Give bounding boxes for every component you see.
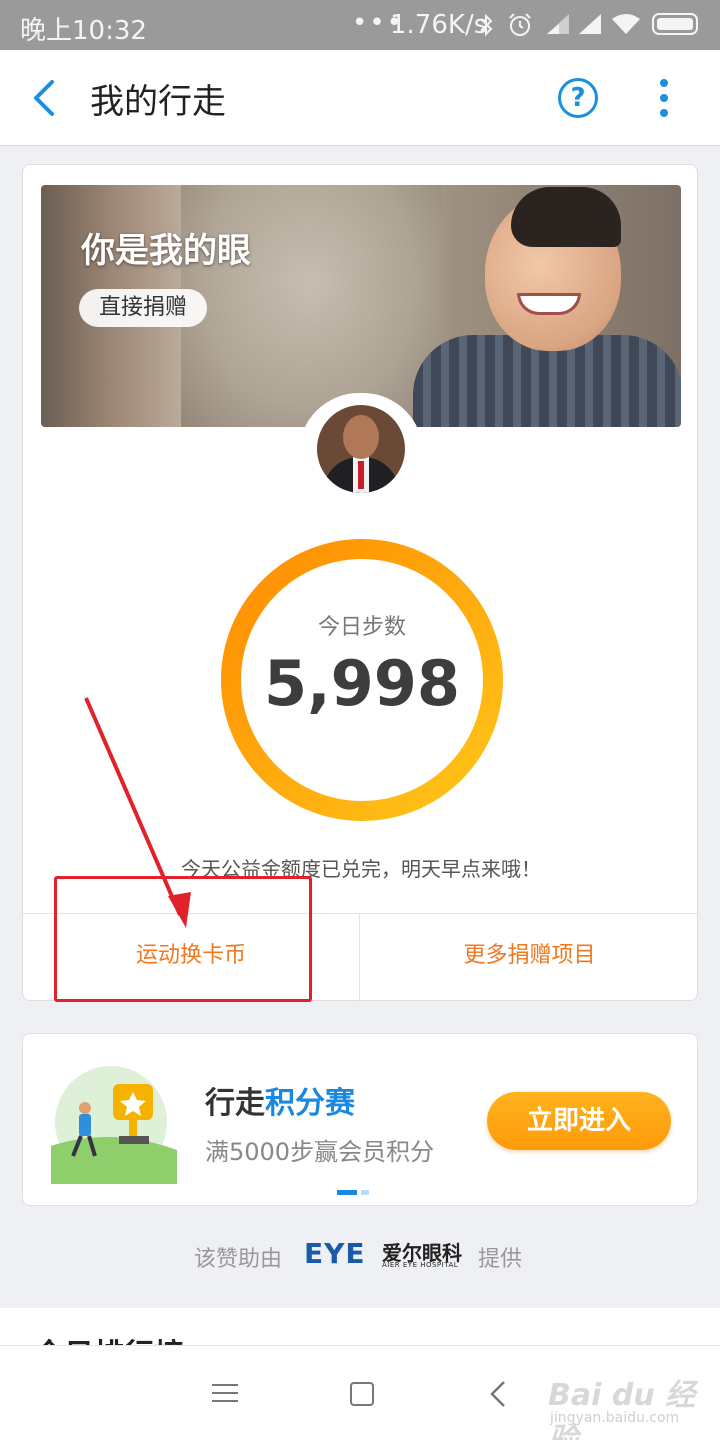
steps-label: 今日步数 [317,615,406,640]
signal-icon [547,14,569,34]
nav-bar: 我的行走 ? [0,50,720,146]
join-now-button[interactable]: 立即进入 [487,1092,671,1150]
banner-boy-hair [511,187,621,247]
promo-banner[interactable]: 行走积分赛 满5000步赢会员积分 立即进入 [22,1033,698,1206]
more-donations-button[interactable]: 更多捐赠项目 [359,914,699,1002]
donate-button[interactable]: 直接捐赠 [79,289,208,327]
charity-banner[interactable]: 你是我的眼 直接捐赠 [41,185,681,427]
back-arrow-icon[interactable] [26,78,62,118]
home-icon[interactable] [350,1382,374,1406]
watermark-brand: Bai du 经验 [548,1378,696,1440]
sponsor-line: 该赞助由 EYE 爱尔眼科 AIER EYE HOSPITAL 提供 [0,1237,720,1273]
system-nav-bar: Bai du 经验 jingyan.baidu.com [0,1345,720,1440]
bluetooth-icon [480,13,493,37]
sponsor-prefix: 该赞助由 [194,1247,283,1272]
promo-title-prefix: 行走 [205,1086,265,1121]
page-title: 我的行走 [90,82,226,122]
promo-subtitle: 满5000步赢会员积分 [205,1138,435,1166]
ranking-section: 今日排行榜 [0,1308,720,1373]
help-icon[interactable]: ? [558,78,598,118]
signal-icon [579,14,601,34]
wifi-icon [612,14,640,34]
promo-title-highlight: 积分赛 [265,1086,355,1121]
trophy-illustration-icon [51,1066,177,1184]
status-time: 晚上10:32 [20,16,147,46]
steps-count: 5,998 [263,647,461,720]
watermark-url: jingyan.baidu.com [550,1410,680,1426]
menu-icon[interactable] [212,1384,238,1404]
sponsor-suffix: 提供 [478,1247,523,1272]
sponsor-logo-english: AIER EYE HOSPITAL [382,1261,459,1269]
promo-title: 行走积分赛 [205,1078,355,1122]
carousel-indicator [337,1180,373,1199]
more-vertical-icon[interactable] [654,76,674,120]
status-bar: 晚上10:32 ••• 1.76K/s [0,0,720,50]
banner-rock [181,185,441,427]
back-icon[interactable] [488,1380,508,1408]
battery-icon [652,13,698,35]
banner-title: 你是我的眼 [81,231,251,271]
network-speed: 1.76K/s [390,10,488,40]
sponsor-logo-mark: EYE [304,1237,366,1270]
avatar[interactable] [317,405,405,493]
alarm-icon [509,13,531,36]
annotation-highlight-box [54,876,312,1002]
